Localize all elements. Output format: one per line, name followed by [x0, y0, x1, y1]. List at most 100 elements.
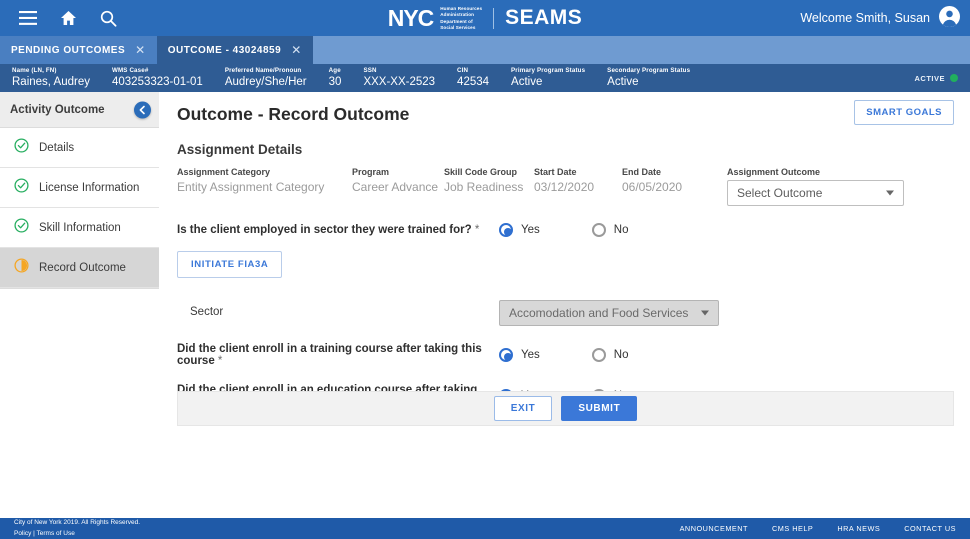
radio-employed-no[interactable]: No: [591, 223, 628, 237]
sidebar-item-skill-information[interactable]: Skill Information: [0, 208, 159, 248]
footer-link-hra-news[interactable]: HRA NEWS: [837, 524, 880, 533]
field-value: 42534: [457, 75, 490, 88]
field-value: Active: [607, 75, 639, 88]
sidebar-item-license-information[interactable]: License Information: [0, 168, 159, 208]
footer-policy-link[interactable]: Policy: [14, 530, 31, 537]
radio-label: Yes: [521, 224, 540, 236]
field-label: Primary Program Status: [511, 67, 586, 75]
field-label: Start Date: [534, 167, 577, 177]
radio-button-icon: [499, 348, 513, 362]
radio-label: Yes: [521, 349, 540, 361]
sector-value: Accomodation and Food Services: [509, 306, 689, 320]
hamburger-menu-icon[interactable]: [8, 0, 48, 36]
question-row-training-course: Did the client enroll in a training cour…: [177, 343, 954, 367]
half-circle-progress-icon: [14, 257, 29, 278]
radio-button-icon: [591, 223, 606, 237]
check-circle-icon: [14, 137, 29, 158]
search-icon[interactable]: [88, 0, 128, 36]
app-header: NYC Human Resources Administration Depar…: [0, 0, 970, 36]
sector-label: Sector: [190, 305, 224, 318]
chevron-down-icon: [701, 310, 709, 316]
field-label: Secondary Program Status: [607, 67, 691, 75]
field-value: 30: [328, 75, 342, 88]
initiate-fia3a-button[interactable]: INITIATE FIA3A: [177, 251, 283, 278]
sidebar-bottom-divider: [0, 288, 159, 289]
question-text: Did the client enroll in a training cour…: [177, 343, 482, 367]
assignment-outcome-field: Assignment Outcome Select Outcome: [727, 167, 904, 206]
client-field-preferred-name: Preferred Name/Pronoun Audrey/She/Her: [225, 68, 307, 88]
footer-link-announcement[interactable]: ANNOUNCEMENT: [680, 524, 748, 533]
assignment-outcome-select[interactable]: Select Outcome: [727, 180, 904, 206]
client-field-name: Name (LN, FN) Raines, Audrey: [12, 68, 90, 88]
close-icon[interactable]: ✕: [135, 44, 146, 56]
sidebar-item-label: License Information: [39, 181, 140, 194]
sidebar: Activity Outcome Details License Informa…: [0, 92, 159, 516]
header-icon-group: [0, 0, 128, 36]
client-field-wms-case: WMS Case# 403253323-01-01: [112, 68, 203, 88]
skill-code-group-field: Skill Code Group Job Readiness: [444, 167, 534, 194]
status-badge: ACTIVE: [914, 64, 958, 92]
sidebar-item-details[interactable]: Details: [0, 128, 159, 168]
required-marker: *: [474, 224, 480, 236]
tab-pending-outcomes[interactable]: PENDING OUTCOMES ✕: [0, 36, 157, 64]
assignment-outcome-value: Select Outcome: [737, 186, 823, 200]
assignment-details-row: Assignment Category Entity Assignment Ca…: [177, 167, 954, 206]
footer-terms-link[interactable]: Terms of Use: [37, 530, 75, 537]
sidebar-item-label: Record Outcome: [39, 261, 126, 274]
tab-label: OUTCOME - 43024859: [167, 44, 282, 56]
field-label: SSN: [363, 67, 377, 75]
smart-goals-button[interactable]: SMART GOALS: [854, 100, 954, 125]
radio-button-icon: [591, 348, 606, 362]
sector-select[interactable]: Accomodation and Food Services: [499, 300, 719, 326]
field-value: 403253323-01-01: [112, 75, 203, 88]
radio-training-yes[interactable]: Yes: [499, 348, 540, 362]
form-action-bar: EXIT SUBMIT: [177, 391, 954, 426]
radio-group-employed-in-sector: Yes No: [499, 223, 628, 237]
question-text: Is the client employed in sector they we…: [177, 224, 472, 236]
field-label: Age: [328, 67, 341, 75]
field-value: Job Readiness: [444, 180, 524, 194]
assignment-details-heading: Assignment Details: [177, 142, 303, 157]
field-value: XXX-XX-2523: [363, 75, 436, 88]
home-icon[interactable]: [48, 0, 88, 36]
close-icon[interactable]: ✕: [291, 44, 302, 56]
page-body: Activity Outcome Details License Informa…: [0, 92, 970, 516]
exit-button[interactable]: EXIT: [493, 396, 553, 421]
field-label: Preferred Name/Pronoun: [224, 67, 302, 75]
radio-training-no[interactable]: No: [591, 348, 629, 362]
agency-name: Human Resources Administration Departmen…: [440, 5, 482, 30]
field-value: 06/05/2020: [622, 180, 683, 194]
welcome-area[interactable]: Welcome Smith, Susan: [800, 0, 960, 36]
field-label: Assignment Outcome: [727, 167, 821, 177]
sector-row: Sector Accomodation and Food Services: [177, 297, 954, 326]
sidebar-item-record-outcome[interactable]: Record Outcome: [0, 248, 159, 288]
check-circle-icon: [14, 217, 29, 238]
status-badge-label: ACTIVE: [914, 73, 945, 83]
field-label: Name (LN, FN): [12, 67, 57, 75]
footer-link-cms-help[interactable]: CMS HELP: [772, 524, 813, 533]
tab-outcome-43024859[interactable]: OUTCOME - 43024859 ✕: [156, 36, 313, 64]
footer-nav-links: ANNOUNCEMENT CMS HELP HRA NEWS CONTACT U…: [680, 524, 970, 533]
start-date-field: Start Date 03/12/2020: [534, 167, 622, 194]
welcome-text: Welcome Smith, Susan: [800, 11, 930, 25]
required-marker: *: [217, 355, 223, 367]
footer-link-contact-us[interactable]: CONTACT US: [904, 524, 956, 533]
check-circle-icon: [14, 177, 29, 198]
radio-button-icon: [499, 223, 513, 237]
user-account-icon[interactable]: [939, 6, 960, 30]
client-info-bar: Name (LN, FN) Raines, Audrey WMS Case# 4…: [0, 64, 970, 92]
app-name: SEAMS: [505, 6, 583, 29]
sidebar-header: Activity Outcome: [0, 92, 159, 128]
chevron-left-icon[interactable]: [134, 101, 151, 118]
footer-copyright: City of New York 2019. All Rights Reserv…: [14, 519, 141, 527]
question-label: Is the client employed in sector they we…: [177, 224, 499, 236]
end-date-field: End Date 06/05/2020: [622, 167, 727, 194]
assignment-category-field: Assignment Category Entity Assignment Ca…: [177, 167, 352, 194]
submit-button[interactable]: SUBMIT: [561, 396, 638, 421]
field-label: Skill Code Group: [444, 167, 518, 177]
tab-label: PENDING OUTCOMES: [11, 44, 126, 56]
main-content: Outcome - Record Outcome SMART GOALS Ass…: [159, 92, 970, 516]
radio-employed-yes[interactable]: Yes: [499, 223, 540, 237]
radio-label: No: [613, 349, 629, 361]
program-field: Program Career Advance: [352, 167, 444, 194]
